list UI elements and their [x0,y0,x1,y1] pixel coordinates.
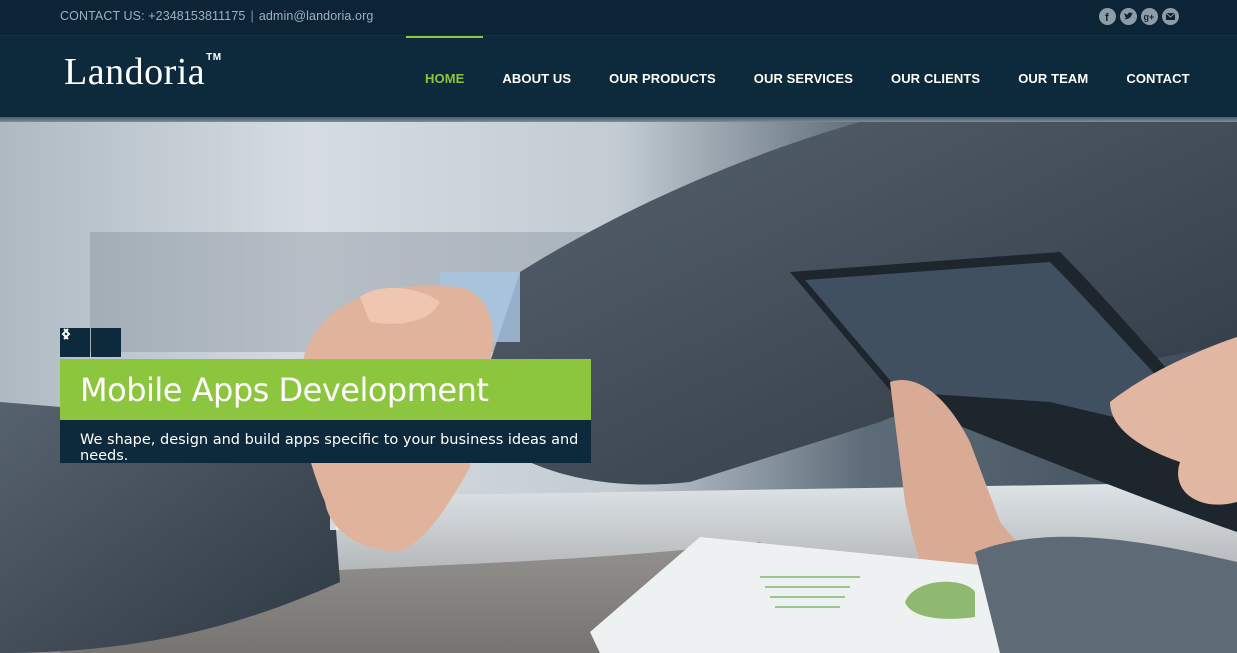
nav-item-our-clients[interactable]: OUR CLIENTS [872,36,999,118]
svg-text:f: f [1105,12,1109,24]
twitter-icon[interactable] [1120,8,1137,25]
main-nav: HOME ABOUT US OUR PRODUCTS OUR SERVICES … [406,36,1209,118]
facebook-icon[interactable]: f [1099,8,1116,25]
slider-next-button[interactable] [63,328,121,357]
chevron-right-icon [63,328,71,340]
nav-item-home[interactable]: HOME [406,36,484,118]
slider-nav [60,328,121,357]
site-header: LandoriaTM HOME ABOUT US OUR PRODUCTS OU… [0,35,1237,117]
contact-separator: | [250,9,254,23]
social-links: f g+ [1099,8,1179,25]
email-icon[interactable] [1162,8,1179,25]
google-plus-icon[interactable]: g+ [1141,8,1158,25]
contact-info: CONTACT US: +2348153811175 | admin@landori… [60,9,373,23]
contact-email[interactable]: admin@landoria.org [259,9,374,23]
logo-text: Landoria [64,51,206,93]
slide-description: We shape, design and build apps specific… [60,420,591,464]
nav-item-our-products[interactable]: OUR PRODUCTS [590,36,735,118]
svg-text:g+: g+ [1144,12,1155,22]
nav-item-about-us[interactable]: ABOUT US [483,36,590,118]
nav-item-our-services[interactable]: OUR SERVICES [735,36,872,118]
logo-trademark: TM [206,52,222,63]
slide-title: Mobile Apps Development [60,359,591,420]
contact-phone: CONTACT US: +2348153811175 [60,9,246,23]
nav-item-our-team[interactable]: OUR TEAM [999,36,1107,118]
hero-slider: Mobile Apps Development We shape, design… [0,122,1237,653]
nav-item-contact[interactable]: CONTACT [1107,36,1208,118]
top-bar: CONTACT US: +2348153811175 | admin@landori… [0,0,1237,35]
logo[interactable]: LandoriaTM [64,50,222,94]
